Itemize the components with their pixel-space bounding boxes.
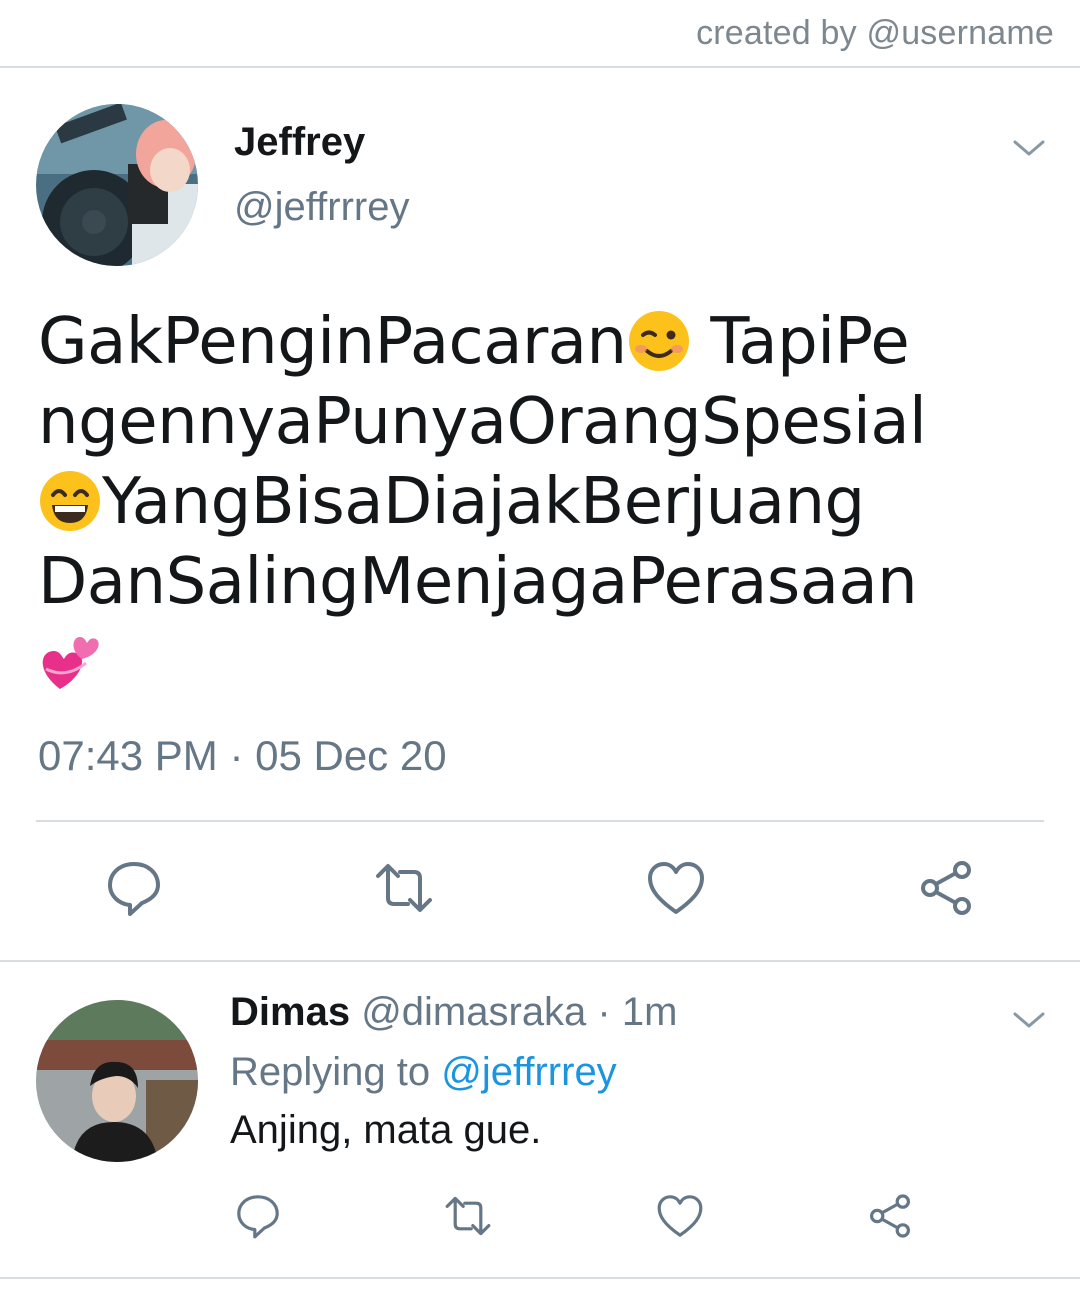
user-handle[interactable]: @jeffrrrey xyxy=(234,185,409,230)
chevron-down-icon[interactable] xyxy=(1012,1010,1046,1030)
like-icon[interactable] xyxy=(646,858,706,918)
reply-display-name[interactable]: Dimas xyxy=(230,990,350,1034)
chevron-down-icon[interactable] xyxy=(1012,138,1046,158)
share-icon[interactable] xyxy=(866,1192,914,1240)
reply-icon[interactable] xyxy=(234,1192,282,1240)
avatar[interactable] xyxy=(36,104,198,266)
tweet-line-text: ngennyaPunyaOrangSpesial xyxy=(38,385,927,459)
replying-prefix: Replying to xyxy=(230,1050,442,1094)
reply-header: Dimas @dimasraka · 1m xyxy=(230,990,677,1035)
retweet-icon[interactable] xyxy=(444,1192,492,1240)
reply-handle[interactable]: @dimasraka xyxy=(361,990,586,1034)
revolving-hearts-emoji xyxy=(38,629,102,693)
display-name[interactable]: Jeffrey xyxy=(234,120,365,165)
section-divider xyxy=(0,960,1080,962)
like-icon[interactable] xyxy=(656,1192,704,1240)
tweet-line-text: DanSalingMenjagaPerasaan xyxy=(38,545,918,619)
tweet-line: DanSalingMenjagaPerasaan xyxy=(38,542,968,622)
reply-avatar-image xyxy=(36,1000,198,1162)
share-icon[interactable] xyxy=(916,858,976,918)
tweet-line: GakPenginPacaran TapiPe xyxy=(38,302,968,382)
avatar-image xyxy=(36,104,198,266)
wink-emoji xyxy=(627,309,691,373)
reply-time: · 1m xyxy=(586,990,678,1034)
replying-to: Replying to @jeffrrrey xyxy=(230,1050,617,1095)
top-divider xyxy=(0,66,1080,68)
tweet-line: YangBisaDiajakBerjuang xyxy=(38,462,968,542)
tweet-line-text: YangBisaDiajakBerjuang xyxy=(102,465,865,539)
reply-avatar[interactable] xyxy=(36,1000,198,1162)
tweet-line: ngennyaPunyaOrangSpesial xyxy=(38,382,968,462)
replying-mention-link[interactable]: @jeffrrrey xyxy=(441,1050,616,1094)
retweet-icon[interactable] xyxy=(374,858,434,918)
tweet-timestamp[interactable]: 07:43 PM · 05 Dec 20 xyxy=(38,732,447,780)
reply-icon[interactable] xyxy=(104,858,164,918)
grin-emoji xyxy=(38,469,102,533)
tweet-line-text: TapiPe xyxy=(690,305,910,379)
tweet-line-text: GakPenginPacaran xyxy=(38,305,627,379)
watermark-text: created by @username xyxy=(696,14,1054,52)
tweet-divider xyxy=(36,820,1044,822)
reply-text: Anjing, mata gue. xyxy=(230,1108,542,1152)
tweet-line xyxy=(38,622,968,702)
tweet-text: GakPenginPacaran TapiPe ngennyaPunyaOran… xyxy=(38,302,968,702)
bottom-divider xyxy=(0,1277,1080,1279)
